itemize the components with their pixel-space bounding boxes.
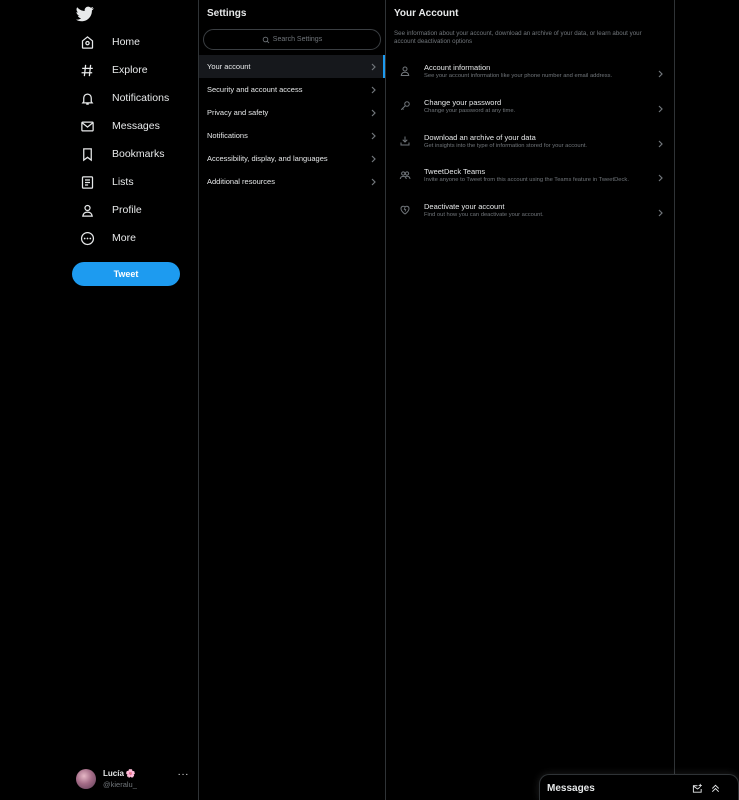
bookmark-icon bbox=[76, 143, 98, 165]
your-account-description: See information about your account, down… bbox=[394, 30, 642, 45]
messages-drawer-title: Messages bbox=[547, 783, 595, 794]
your-account-column: Your Account See information about your … bbox=[386, 0, 674, 800]
chevron-right-icon bbox=[371, 178, 377, 186]
primary-nav: Home Explore Notifications Messages Book… bbox=[0, 0, 198, 800]
nav-item-bookmarks[interactable]: Bookmarks bbox=[72, 140, 165, 168]
nav-item-messages[interactable]: Messages bbox=[72, 112, 160, 140]
item-subtitle: Invite anyone to Tweet from this account… bbox=[424, 177, 629, 183]
nav-item-label: Explore bbox=[112, 64, 148, 76]
chevron-right-icon bbox=[371, 155, 377, 163]
nav-item-label: Messages bbox=[112, 120, 160, 132]
nav-item-notifications[interactable]: Notifications bbox=[72, 84, 169, 112]
item-subtitle: Find out how you can deactivate your acc… bbox=[424, 212, 544, 218]
chevron-right-icon bbox=[658, 174, 664, 182]
item-subtitle: See your account information like your p… bbox=[424, 73, 613, 79]
tweetdeck-teams-item[interactable]: TweetDeck Teams Invite anyone to Tweet f… bbox=[386, 161, 674, 195]
your-account-title: Your Account bbox=[394, 8, 459, 19]
list-icon bbox=[76, 171, 98, 193]
settings-title: Settings bbox=[207, 8, 247, 19]
item-title: Account information bbox=[424, 63, 491, 72]
nav-item-label: More bbox=[112, 232, 136, 244]
hashtag-icon bbox=[76, 59, 98, 81]
more-horizontal-icon: ··· bbox=[177, 769, 189, 780]
search-settings-input[interactable]: Search Settings bbox=[203, 29, 381, 50]
settings-column: Settings Search Settings Your account Se… bbox=[199, 0, 385, 800]
item-title: Deactivate your account bbox=[424, 202, 505, 211]
settings-item-label: Additional resources bbox=[207, 177, 275, 186]
settings-item-your-account[interactable]: Your account bbox=[199, 55, 385, 78]
chevron-right-icon bbox=[658, 209, 664, 217]
people-icon bbox=[399, 169, 411, 181]
nav-item-label: Home bbox=[112, 36, 141, 48]
chevron-right-icon bbox=[371, 109, 377, 117]
nav-item-home[interactable]: Home bbox=[72, 28, 140, 56]
new-message-icon[interactable] bbox=[692, 783, 703, 794]
nav-item-label: Lists bbox=[112, 176, 134, 188]
messages-drawer[interactable]: Messages bbox=[539, 774, 739, 800]
item-title: Download an archive of your data bbox=[424, 133, 536, 142]
envelope-icon bbox=[76, 115, 98, 137]
account-name: Lucía 🌸 bbox=[103, 768, 137, 779]
settings-item-additional-resources[interactable]: Additional resources bbox=[199, 170, 385, 193]
item-subtitle: Get insights into the type of informatio… bbox=[424, 143, 588, 149]
account-display-name: Lucía bbox=[103, 769, 124, 778]
change-password-item[interactable]: Change your password Change your passwor… bbox=[386, 92, 674, 126]
settings-item-privacy[interactable]: Privacy and safety bbox=[199, 101, 385, 124]
avatar bbox=[76, 769, 96, 789]
account-handle: @kieralu_ bbox=[103, 780, 137, 789]
key-icon bbox=[399, 100, 411, 112]
person-icon bbox=[76, 199, 98, 221]
search-placeholder: Search Settings bbox=[272, 36, 323, 43]
divider bbox=[674, 0, 675, 800]
flower-emoji: 🌸 bbox=[125, 769, 136, 778]
settings-item-notifications[interactable]: Notifications bbox=[199, 124, 385, 147]
item-title: Change your password bbox=[424, 98, 502, 107]
settings-item-label: Security and account access bbox=[207, 85, 303, 94]
settings-item-label: Notifications bbox=[207, 131, 248, 140]
search-icon bbox=[262, 36, 270, 44]
account-switcher[interactable]: Lucía 🌸 @kieralu_ ··· bbox=[76, 766, 191, 792]
more-circle-icon bbox=[76, 227, 98, 249]
nav-item-label: Profile bbox=[112, 204, 142, 216]
chevron-right-icon bbox=[658, 70, 664, 78]
nav-item-label: Notifications bbox=[112, 92, 170, 104]
bell-icon bbox=[76, 87, 98, 109]
person-icon bbox=[399, 65, 411, 77]
item-title: TweetDeck Teams bbox=[424, 167, 486, 176]
heart-broken-icon bbox=[399, 204, 411, 216]
tweet-button[interactable]: Tweet bbox=[72, 262, 180, 286]
home-icon bbox=[76, 31, 98, 53]
download-archive-item[interactable]: Download an archive of your data Get ins… bbox=[386, 127, 674, 161]
download-icon bbox=[399, 135, 411, 147]
double-chevron-up-icon[interactable] bbox=[710, 783, 721, 794]
settings-item-label: Your account bbox=[207, 62, 251, 71]
item-subtitle: Change your password at any time. bbox=[424, 108, 516, 114]
settings-item-security[interactable]: Security and account access bbox=[199, 78, 385, 101]
chevron-right-icon bbox=[371, 86, 377, 94]
account-information-item[interactable]: Account information See your account inf… bbox=[386, 57, 674, 91]
settings-item-label: Accessibility, display, and languages bbox=[207, 154, 328, 163]
deactivate-account-item[interactable]: Deactivate your account Find out how you… bbox=[386, 196, 674, 230]
chevron-right-icon bbox=[658, 140, 664, 148]
nav-item-label: Bookmarks bbox=[112, 148, 165, 160]
nav-item-profile[interactable]: Profile bbox=[72, 196, 142, 224]
nav-item-more[interactable]: More bbox=[72, 224, 136, 252]
chevron-right-icon bbox=[658, 105, 664, 113]
nav-item-lists[interactable]: Lists bbox=[72, 168, 134, 196]
twitter-bird-icon[interactable] bbox=[76, 6, 94, 22]
chevron-right-icon bbox=[371, 132, 377, 140]
nav-item-explore[interactable]: Explore bbox=[72, 56, 148, 84]
chevron-right-icon bbox=[371, 63, 377, 71]
settings-item-label: Privacy and safety bbox=[207, 108, 269, 117]
settings-item-accessibility[interactable]: Accessibility, display, and languages bbox=[199, 147, 385, 170]
